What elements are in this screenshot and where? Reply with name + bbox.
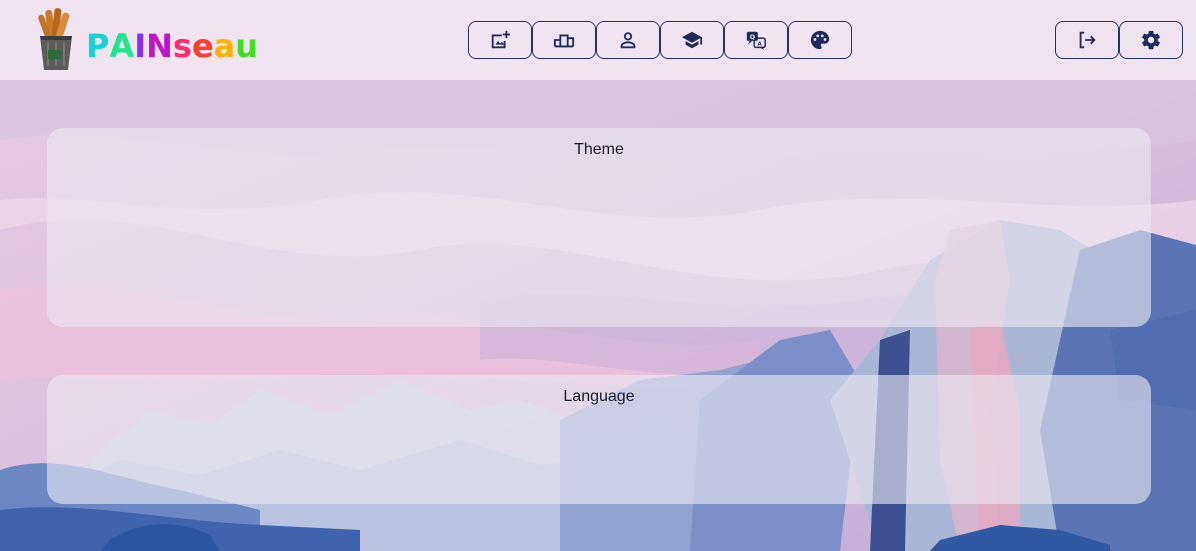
theme-button[interactable] [788,21,852,59]
language-panel: Language [47,375,1151,504]
brand-letter: I [134,27,147,65]
svg-text:A: A [758,42,763,48]
palette-icon [810,30,830,50]
brand-letter: s [172,27,192,65]
brand-letter: u [235,27,259,65]
theme-heading: Theme [574,141,624,158]
baguette-logo-icon [38,8,72,70]
main-nav: QA [468,21,852,59]
settings-button[interactable] [1119,21,1183,59]
language-heading: Language [563,388,635,405]
logout-button[interactable] [1055,21,1119,59]
top-bar: PAINseau QA [0,0,1196,80]
learn-button[interactable] [660,21,724,59]
account-nav [1055,21,1183,59]
svg-text:Q: Q [750,33,756,41]
gear-icon [1142,30,1160,50]
translate-icon: QA [746,31,766,51]
app-brand: PAINseau [86,30,258,62]
leaderboard-button[interactable] [532,21,596,59]
logout-icon [1079,31,1096,49]
add-image-button[interactable] [468,21,532,59]
add-photo-icon [491,30,511,49]
brand-letter: P [86,27,110,65]
theme-panel: Theme [47,128,1151,327]
brand-letter: A [109,27,135,65]
profile-button[interactable] [596,21,660,59]
quiz-button[interactable]: QA [724,21,788,59]
podium-icon [553,34,575,48]
brand-letter: N [146,27,173,65]
graduation-cap-icon [681,31,703,49]
brand-letter: e [191,27,214,65]
person-icon [620,32,636,49]
brand-letter: a [213,27,236,65]
